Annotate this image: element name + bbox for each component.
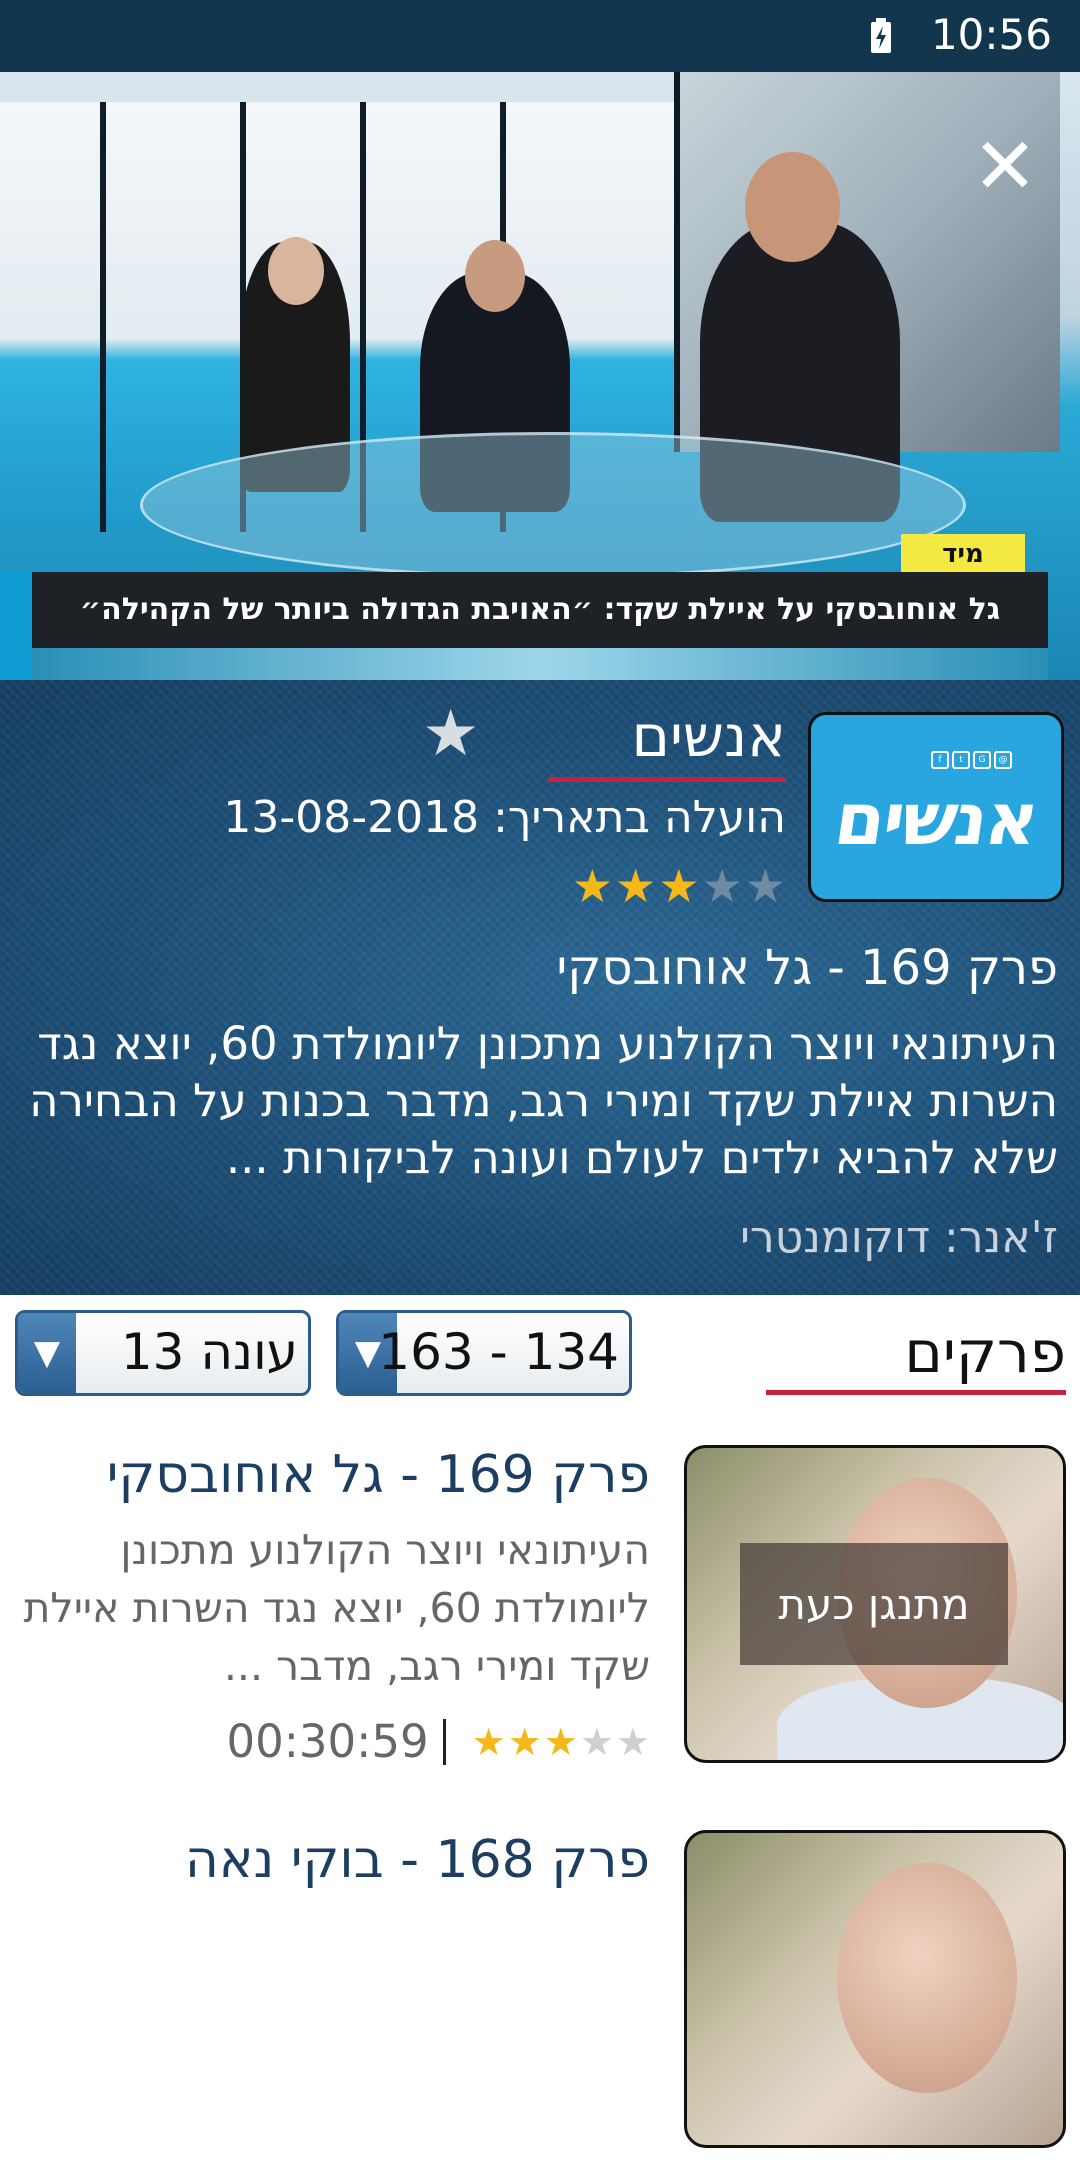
- star-icon: ★: [658, 859, 700, 913]
- video-player[interactable]: ✕ מיד גל אוחובסקי על איילת שקד: ״האויבת …: [0, 72, 1080, 680]
- status-bar: 10:56: [0, 0, 1080, 72]
- now-playing-badge: מתנגן כעת: [740, 1543, 1008, 1665]
- title-underline: [548, 777, 786, 782]
- show-title: אנשים: [631, 702, 786, 770]
- favorite-star-icon[interactable]: ★: [422, 702, 479, 766]
- star-icon: ★: [615, 1719, 650, 1764]
- upload-date: הועלה בתאריך: 13-08-2018: [223, 792, 786, 843]
- star-icon: ★: [471, 1719, 506, 1764]
- dropdown-arrow-icon: ▼: [18, 1313, 76, 1393]
- episode-range-dropdown[interactable]: ▼ 134 - 163: [336, 1310, 632, 1396]
- episodes-section-title: פרקים: [904, 1318, 1066, 1386]
- episode-list-item[interactable]: מתנגן כעת פרק 169 - גל אוחובסקי העיתונאי…: [0, 1445, 1080, 1785]
- episode-thumbnail[interactable]: מתנגן כעת: [684, 1445, 1066, 1763]
- news-ticker: גל אוחובסקי על איילת שקד: ״האויבת הגדולה…: [32, 572, 1048, 648]
- guest-head: [745, 152, 840, 262]
- episode-title[interactable]: פרק 169 - גל אוחובסקי: [107, 1445, 650, 1505]
- episode-rating: ★ ★ ★ ★ ★: [472, 1723, 650, 1761]
- episode-duration: 00:30:59: [226, 1715, 429, 1768]
- ticker-bottom-strip: [32, 648, 1048, 680]
- presenter-head: [268, 237, 324, 305]
- episode-title[interactable]: פרק 168 - בוקי נאה: [185, 1830, 650, 1890]
- instagram-icon: @: [994, 751, 1012, 769]
- star-icon: ★: [744, 859, 786, 913]
- ticker-accent: [0, 572, 32, 680]
- section-underline: [766, 1390, 1066, 1395]
- google-icon: G: [973, 751, 991, 769]
- star-icon: ★: [571, 859, 613, 913]
- close-icon[interactable]: ✕: [970, 128, 1040, 206]
- show-rating[interactable]: ★ ★ ★ ★ ★: [572, 863, 786, 909]
- current-episode-title: פרק 169 - גל אוחובסקי: [556, 940, 1058, 996]
- dropdown-value: 134 - 163: [378, 1323, 619, 1381]
- star-icon: ★: [701, 859, 743, 913]
- show-info-panel: f t G @ אנשים אנשים ★ הועלה בתאריך: 13-0…: [0, 680, 1080, 1295]
- episode-description: העיתונאי ויוצר הקולנוע מתכונן ליומולדת 6…: [23, 1526, 650, 1690]
- battery-charging-icon: [871, 18, 891, 53]
- thumbnail-face: [837, 1863, 1017, 2093]
- show-logo-text: אנשים: [829, 777, 1043, 861]
- clock: 10:56: [930, 10, 1052, 59]
- divider: [442, 1718, 446, 1765]
- episode-list-item[interactable]: פרק 168 - בוקי נאה: [0, 1830, 1080, 2170]
- twitter-icon: t: [952, 751, 970, 769]
- star-icon: ★: [507, 1719, 542, 1764]
- star-icon: ★: [579, 1719, 614, 1764]
- news-tag: מיד: [901, 534, 1025, 574]
- star-icon: ★: [543, 1719, 578, 1764]
- star-icon: ★: [615, 859, 657, 913]
- season-dropdown[interactable]: ▼ עונה 13: [15, 1310, 311, 1396]
- episode-meta: 00:30:59 ★ ★ ★ ★ ★: [227, 1715, 651, 1768]
- studio-desk: [140, 432, 966, 578]
- genre-label: ז'אנר: דוקומנטרי: [740, 1212, 1058, 1263]
- episode-description[interactable]: העיתונאי ויוצר הקולנוע מתכונן ליומולדת 6…: [18, 1015, 1058, 1186]
- dropdown-value: עונה 13: [120, 1323, 298, 1381]
- social-icons: f t G @: [931, 751, 1012, 769]
- presenter-head: [465, 240, 525, 312]
- episode-thumbnail[interactable]: [684, 1830, 1066, 2148]
- show-logo: f t G @ אנשים: [808, 712, 1064, 902]
- facebook-icon: f: [931, 751, 949, 769]
